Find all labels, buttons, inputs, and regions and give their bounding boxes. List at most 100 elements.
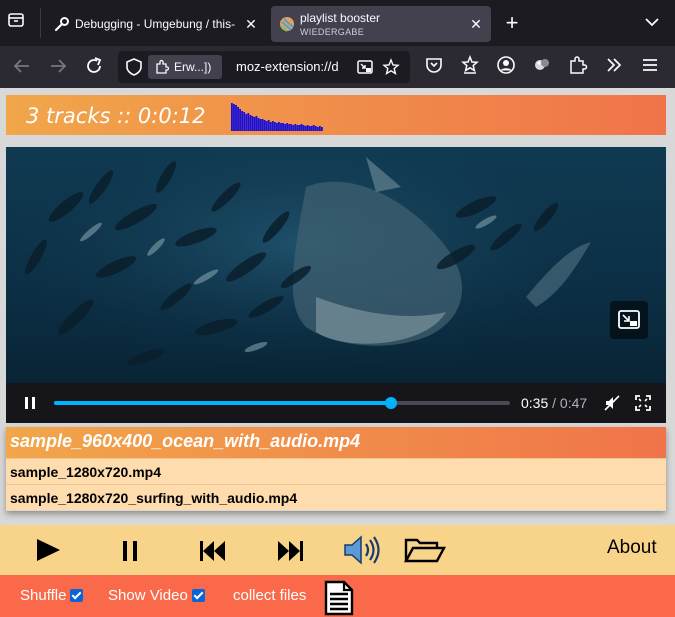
visualizer-bar xyxy=(318,126,321,131)
playlist: sample_960x400_ocean_with_audio.mp4 samp… xyxy=(6,427,666,511)
show-video-option[interactable]: Show Video xyxy=(108,587,205,604)
tab-playlist-booster[interactable]: playlist booster WIEDERGABE ✕ xyxy=(271,6,491,42)
puzzle-icon xyxy=(156,59,170,74)
star-icon[interactable] xyxy=(382,58,400,76)
pocket-icon xyxy=(426,58,442,73)
duration: / 0:47 xyxy=(552,395,588,411)
show-video-checkbox[interactable] xyxy=(191,589,205,602)
visualizer-bar xyxy=(306,125,309,131)
hamburger-menu-icon xyxy=(643,59,657,71)
extension-button[interactable] xyxy=(531,54,557,80)
playlist-current-item[interactable]: sample_960x400_ocean_with_audio.mp4 xyxy=(6,427,666,458)
firefox-view-button[interactable] xyxy=(6,10,30,34)
extension-identity-box[interactable]: Erw...]) xyxy=(148,55,222,79)
list-all-tabs-button[interactable] xyxy=(642,12,666,36)
visualizer-bar xyxy=(263,120,266,131)
tab-subtitle: WIEDERGABE xyxy=(300,27,365,37)
visualizer-bar xyxy=(247,113,250,131)
player-controls: About xyxy=(0,525,675,575)
video-controls: 0:35 / 0:47 xyxy=(6,383,666,423)
progress-fill xyxy=(54,401,392,405)
shuffle-checkbox[interactable] xyxy=(70,589,84,602)
current-time: 0:35 xyxy=(521,395,549,411)
picture-in-picture-button[interactable] xyxy=(610,301,648,339)
reload-button[interactable] xyxy=(82,54,108,80)
muted-speaker-icon[interactable] xyxy=(603,394,621,412)
visualizer-bar xyxy=(300,124,303,131)
visualizer-bar xyxy=(316,127,319,131)
video-player[interactable] xyxy=(6,147,666,422)
visualizer-bar xyxy=(296,125,299,131)
visualizer-bar xyxy=(288,124,291,131)
visualizer-bar xyxy=(265,121,268,131)
visualizer-bar xyxy=(290,124,293,131)
extension-balls-icon xyxy=(535,59,549,70)
visualizer-bar xyxy=(245,114,248,131)
playlist-page: 3 tracks :: 0:0:12 0:35 / 0:47 sample_96… xyxy=(0,88,675,617)
track-summary: 3 tracks :: 0:0:12 xyxy=(26,104,206,128)
pocket-button[interactable] xyxy=(423,54,449,80)
tab-title: Debugging - Umgebung / this- xyxy=(75,17,235,31)
extensions-button[interactable] xyxy=(567,54,593,80)
visualizer-bar xyxy=(253,117,256,131)
progress-handle[interactable] xyxy=(385,397,398,409)
time-display: 0:35 / 0:47 xyxy=(521,395,587,411)
visualizer-bar xyxy=(261,119,264,131)
firefox-view-icon xyxy=(8,13,24,27)
back-button[interactable] xyxy=(10,54,36,80)
forward-button[interactable] xyxy=(46,54,72,80)
collect-files-label: collect files xyxy=(233,587,307,604)
document-list-icon[interactable] xyxy=(320,580,356,616)
close-icon[interactable]: ✕ xyxy=(242,15,260,33)
overflow-menu-button[interactable] xyxy=(603,54,629,80)
tab-debugging[interactable]: Debugging - Umgebung / this- ✕ xyxy=(46,6,266,42)
visualizer-bar xyxy=(257,118,260,131)
skip-previous-icon[interactable] xyxy=(192,533,232,567)
visualizer-bar xyxy=(231,103,233,131)
play-icon[interactable] xyxy=(30,533,70,567)
pause-icon[interactable] xyxy=(22,395,38,411)
list-item[interactable]: sample_1280x720_surfing_with_audio.mp4 xyxy=(6,484,666,510)
bookmark-manager-button[interactable] xyxy=(459,54,485,80)
shuffle-label: Shuffle xyxy=(20,587,67,604)
close-icon[interactable]: ✕ xyxy=(467,15,485,33)
chevron-down-icon xyxy=(645,18,659,27)
url-text: moz-extension://d xyxy=(236,59,339,74)
fullscreen-icon[interactable] xyxy=(634,394,652,412)
navigation-toolbar: Erw...]) moz-extension://d xyxy=(0,46,675,88)
pause-icon[interactable] xyxy=(110,533,150,567)
shuffle-option[interactable]: Shuffle xyxy=(20,587,84,604)
visualizer-bar xyxy=(280,123,282,131)
visualizer-bar xyxy=(267,120,270,131)
double-chevron-right-icon xyxy=(607,58,622,72)
visualizer-bar xyxy=(275,123,278,131)
account-icon xyxy=(497,56,515,74)
tab-separator xyxy=(40,8,41,38)
open-folder-icon[interactable] xyxy=(403,533,447,567)
collect-files-option[interactable]: collect files xyxy=(233,587,306,604)
reload-icon xyxy=(87,57,102,73)
url-bar[interactable]: Erw...]) moz-extension://d xyxy=(118,51,410,83)
visualizer-bar xyxy=(259,119,262,131)
visualizer-bar xyxy=(237,107,239,131)
new-tab-button[interactable]: + xyxy=(500,12,524,36)
skip-next-icon[interactable] xyxy=(270,533,310,567)
about-link[interactable]: About xyxy=(607,537,657,559)
reader-pip-icon[interactable] xyxy=(356,58,374,76)
visualizer-bar xyxy=(239,109,242,131)
visualizer-bar xyxy=(312,125,315,131)
visualizer-bar xyxy=(251,116,254,131)
visualizer-bar xyxy=(304,126,307,131)
volume-icon[interactable] xyxy=(342,533,382,567)
visualizer-bar xyxy=(273,122,276,131)
visualizer-bar xyxy=(320,127,323,131)
puzzle-icon xyxy=(570,56,588,74)
account-button[interactable] xyxy=(495,54,521,80)
visualizer-bar xyxy=(314,126,317,131)
app-menu-button[interactable] xyxy=(639,54,665,80)
show-video-label: Show Video xyxy=(108,587,188,604)
list-item[interactable]: sample_1280x720.mp4 xyxy=(6,458,666,484)
visualizer-bar xyxy=(310,126,313,131)
arrow-right-icon xyxy=(51,59,67,73)
video-progress-slider[interactable] xyxy=(54,397,510,409)
